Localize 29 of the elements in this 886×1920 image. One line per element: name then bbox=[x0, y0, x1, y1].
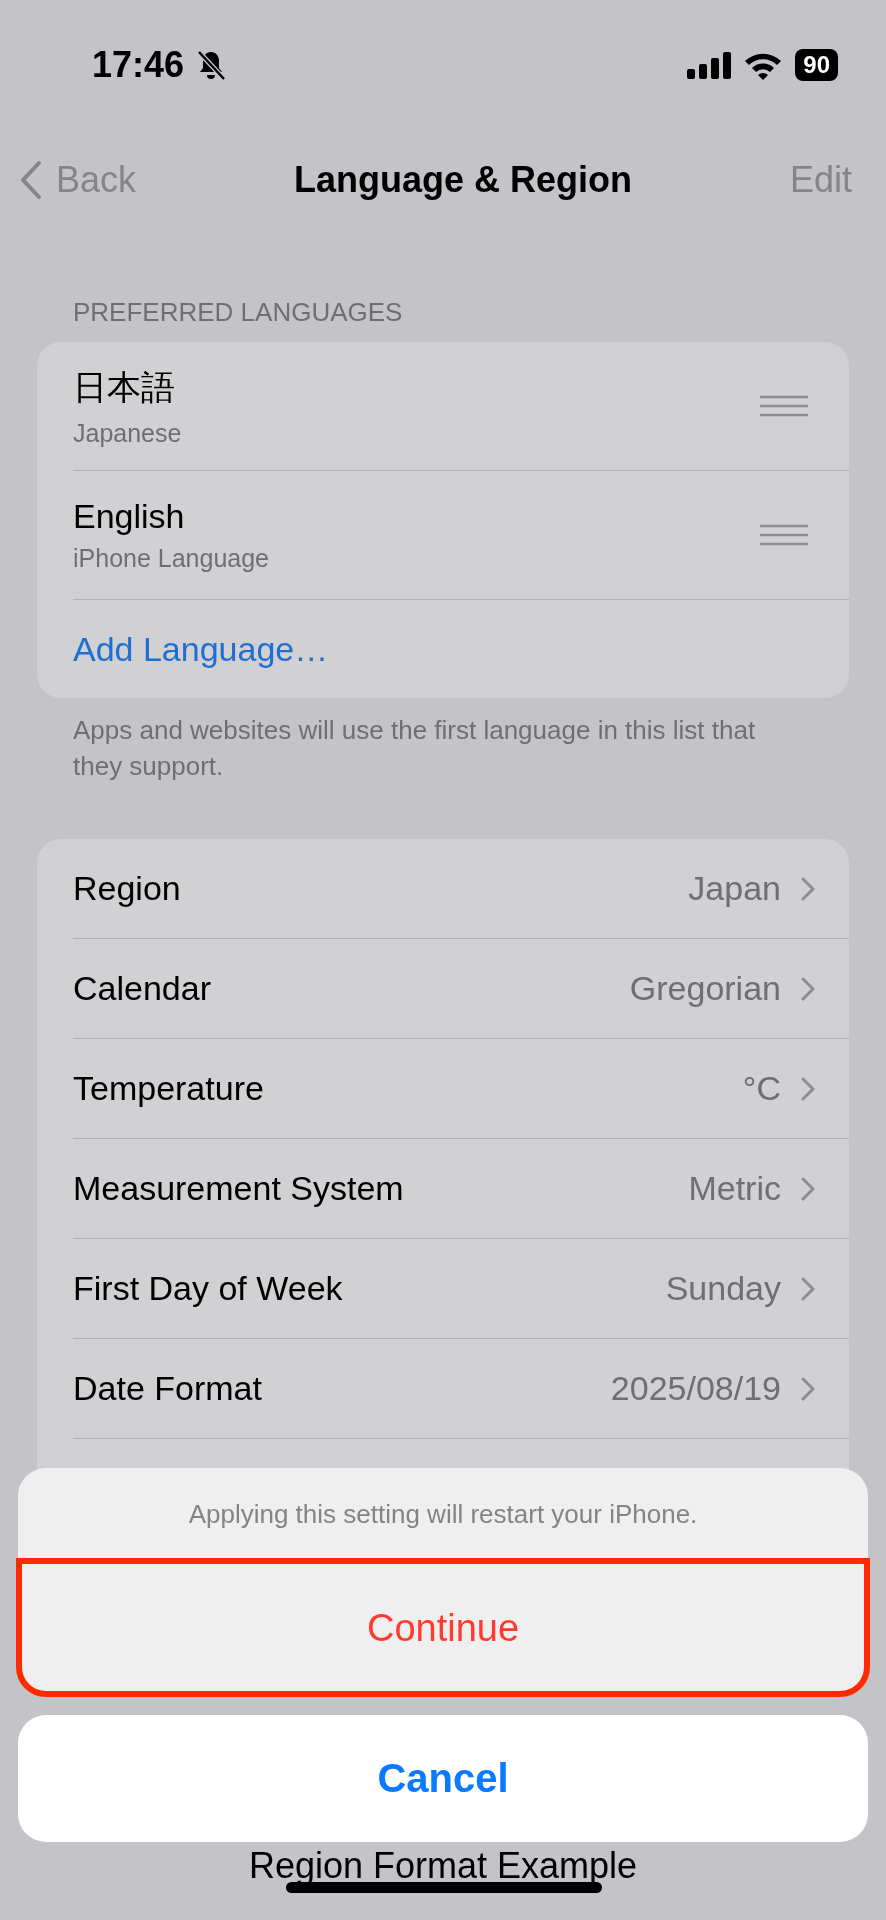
chevron-icon bbox=[801, 976, 815, 1001]
language-name: English bbox=[73, 497, 186, 536]
section-footer: Apps and websites will use the first language in this list that they support. bbox=[73, 712, 776, 784]
settings-row[interactable]: First Day of Week Sunday bbox=[73, 1239, 849, 1339]
page-title: Language & Region bbox=[294, 159, 632, 201]
language-name: 日本語 bbox=[73, 366, 176, 408]
chevron-icon bbox=[801, 1376, 815, 1401]
section-header: PREFERRED LANGUAGES bbox=[73, 296, 404, 328]
sheet-message: Applying this setting will restart your iPhone. bbox=[187, 1497, 699, 1531]
battery-level: 90 bbox=[795, 49, 838, 81]
signal-icon bbox=[687, 51, 732, 79]
settings-row[interactable]: Temperature °C bbox=[73, 1039, 849, 1139]
language-subtitle: Japanese bbox=[73, 418, 182, 448]
back-chevron-icon bbox=[20, 160, 42, 200]
region-format-title: Region Format Example bbox=[248, 1845, 638, 1887]
chevron-icon bbox=[801, 876, 815, 901]
muted-bell-icon bbox=[196, 49, 227, 81]
drag-handle-icon[interactable] bbox=[759, 395, 809, 417]
chevron-icon bbox=[801, 1176, 815, 1201]
language-subtitle: iPhone Language bbox=[73, 544, 270, 573]
settings-row[interactable]: Date Format 2025/08/19 bbox=[73, 1339, 849, 1439]
settings-row[interactable]: Calendar Gregorian bbox=[73, 939, 849, 1039]
status-time: 17:46 bbox=[92, 44, 185, 86]
chevron-icon bbox=[801, 1076, 815, 1101]
settings-row[interactable]: Measurement System Metric bbox=[73, 1139, 849, 1239]
settings-row[interactable]: Region Japan bbox=[73, 839, 849, 939]
cancel-button[interactable]: Cancel bbox=[18, 1715, 868, 1842]
chevron-icon bbox=[801, 1276, 815, 1301]
drag-handle-icon[interactable] bbox=[759, 524, 809, 546]
